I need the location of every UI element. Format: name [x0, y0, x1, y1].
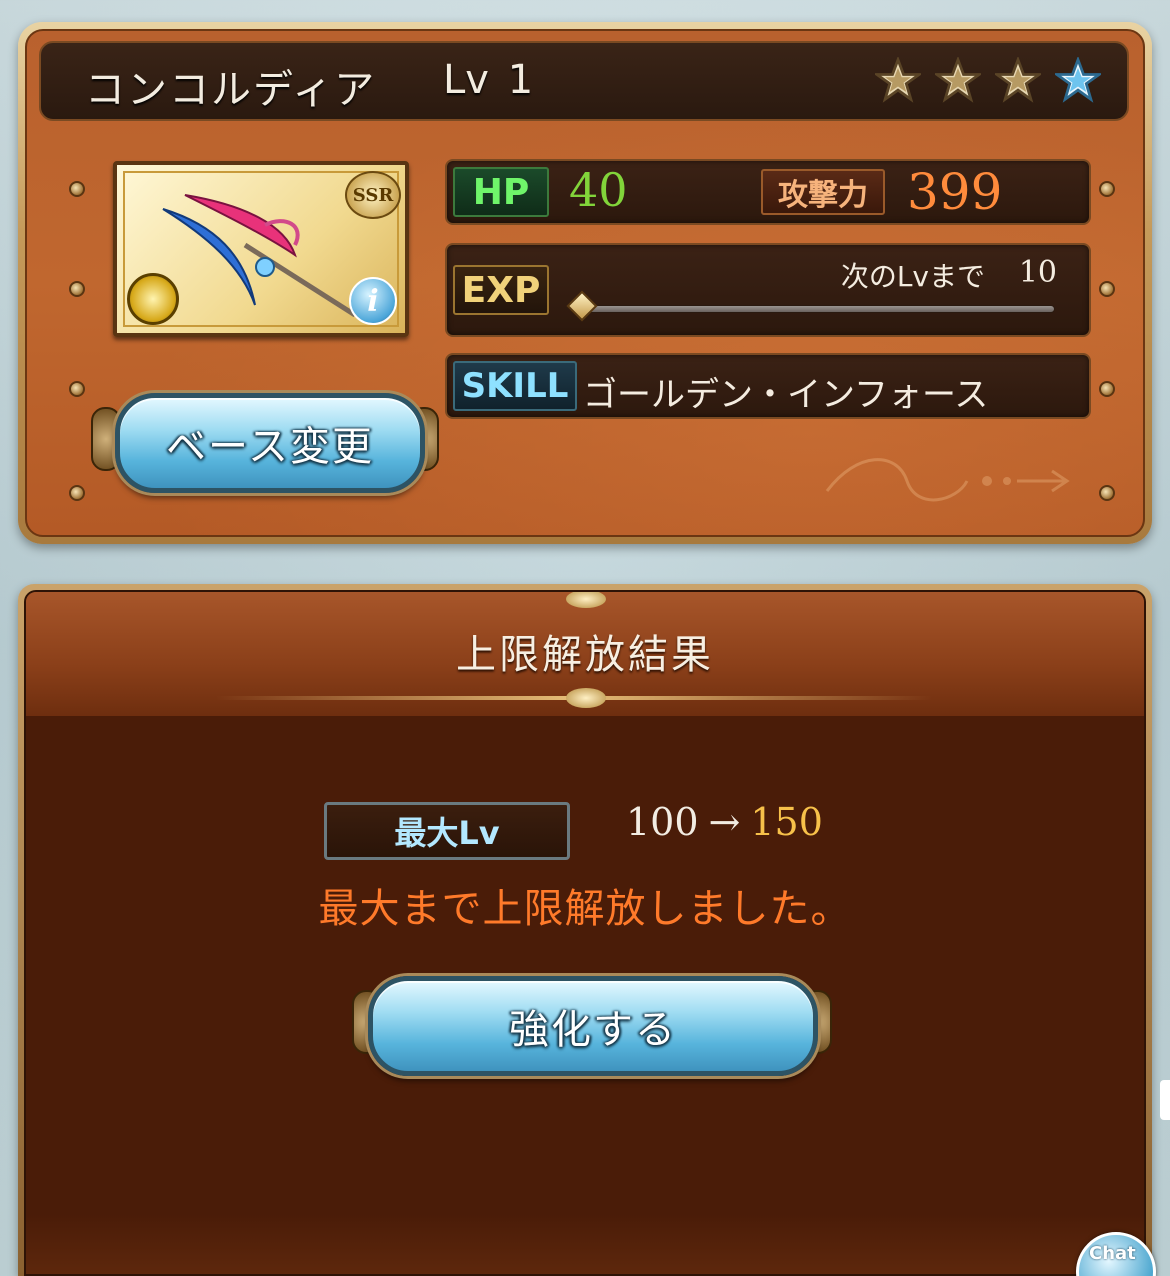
weapon-level-value: 1 [507, 57, 534, 103]
info-icon[interactable]: i [349, 277, 397, 325]
rivet-decoration [69, 281, 85, 297]
rivet-decoration [69, 381, 85, 397]
exp-label: EXP [453, 265, 549, 315]
result-message: 最大まで上限解放しました。 [318, 886, 852, 932]
max-level-change: 100 → 150 [626, 800, 823, 844]
max-level-old: 100 [626, 800, 699, 844]
divider-ornament [566, 688, 606, 708]
rivet-decoration [1099, 485, 1115, 501]
weapon-status-panel: コンコルディア Lv 1 SSR i ベース変更 HP 40 攻撃力 399 E… [18, 22, 1152, 544]
hp-value: 40 [569, 163, 628, 217]
side-scroll-handle[interactable] [1160, 1080, 1170, 1120]
result-title: 上限解放結果 [456, 632, 714, 678]
uncap-result-inner: 上限解放結果 最大Lv 100 → 150 最大まで上限解放しました。 強化する [24, 590, 1146, 1276]
rivet-decoration [69, 485, 85, 501]
star-filled-icon [875, 57, 921, 103]
star-filled-icon [935, 57, 981, 103]
ssr-rarity-badge: SSR [345, 171, 401, 219]
hp-label: HP [453, 167, 549, 217]
weapon-level-label: Lv [443, 57, 489, 103]
max-level-label: 最大Lv [324, 802, 570, 860]
attack-label: 攻撃力 [761, 169, 885, 215]
uncap-result-panel: 上限解放結果 最大Lv 100 → 150 最大まで上限解放しました。 強化する [18, 584, 1152, 1276]
star-blue-icon [1055, 57, 1101, 103]
weapon-status-inner: コンコルディア Lv 1 SSR i ベース変更 HP 40 攻撃力 399 E… [25, 29, 1145, 537]
weapon-title-bar: コンコルディア Lv 1 [39, 41, 1129, 121]
max-level-new: 150 [750, 800, 823, 844]
attack-value: 399 [907, 163, 1003, 221]
rivet-decoration [1099, 181, 1115, 197]
exp-row: EXP 次のLvまで 10 [445, 243, 1091, 337]
panel-footer-decoration [26, 1214, 1144, 1274]
header-ornament [566, 592, 606, 608]
light-element-icon [127, 273, 179, 325]
uncap-stars [875, 57, 1101, 103]
decorative-flourish [825, 458, 1070, 502]
next-level-label: 次のLvまで [840, 260, 985, 293]
exp-progress-marker [566, 290, 598, 322]
rivet-decoration [69, 181, 85, 197]
weapon-name: コンコルディア [85, 67, 377, 113]
base-change-button[interactable]: ベース変更 [115, 393, 425, 493]
exp-progress-bar [575, 305, 1055, 313]
arrow-right-icon: → [708, 800, 741, 844]
weapon-level: Lv 1 [437, 57, 533, 103]
skill-name: ゴールデン・インフォース [583, 375, 989, 415]
rivet-decoration [1099, 381, 1115, 397]
skill-label: SKILL [453, 361, 577, 411]
next-level-value: 10 [1018, 255, 1057, 290]
weapon-thumbnail[interactable]: SSR i [113, 161, 409, 337]
hp-attack-row: HP 40 攻撃力 399 [445, 159, 1091, 225]
skill-row[interactable]: SKILL ゴールデン・インフォース [445, 353, 1091, 419]
rivet-decoration [1099, 281, 1115, 297]
chat-button-label: Chat [1089, 1243, 1136, 1264]
enhance-button[interactable]: 強化する [368, 976, 818, 1076]
star-filled-icon [995, 57, 1041, 103]
